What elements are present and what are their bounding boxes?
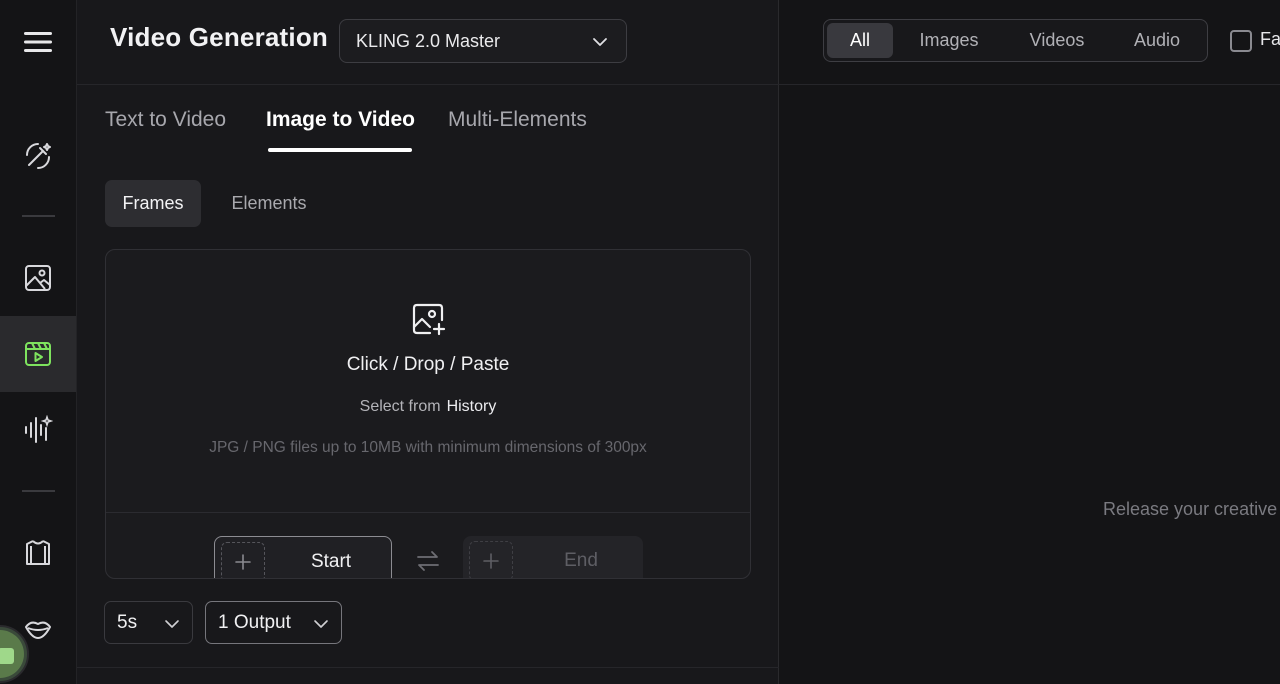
start-frame-slot <box>221 542 265 578</box>
media-filter-group: All Images Videos Audio <box>823 19 1208 62</box>
history-link[interactable]: History <box>447 398 497 415</box>
plus-icon <box>483 553 499 569</box>
tab-image-to-video[interactable]: Image to Video <box>266 108 415 132</box>
avatar[interactable] <box>0 624 30 684</box>
frames-divider <box>106 512 750 513</box>
start-frame-label: Start <box>310 551 352 572</box>
upload-history-row: Select from History <box>106 398 750 416</box>
image-icon <box>25 265 51 291</box>
swap-frames-icon[interactable] <box>416 550 440 572</box>
tab-text-to-video[interactable]: Text to Video <box>105 108 226 132</box>
gallery-header: All Images Videos Audio Fa <box>779 0 1280 85</box>
subtab-frames[interactable]: Frames <box>105 180 201 227</box>
video-icon <box>25 342 51 366</box>
subtab-elements[interactable]: Elements <box>213 180 325 227</box>
end-frame-button[interactable]: End <box>463 536 643 578</box>
filter-audio[interactable]: Audio <box>1114 23 1200 58</box>
select-from-label: Select from <box>359 398 441 415</box>
sidebar-item-virtual-try-on[interactable] <box>0 515 76 591</box>
sidebar-item-ai-tools[interactable] <box>0 118 76 194</box>
start-frame-button[interactable]: Start <box>214 536 392 578</box>
avatar-icon <box>0 625 29 683</box>
page-title: Video Generation <box>110 22 328 52</box>
end-frame-slot <box>469 541 513 578</box>
sidebar-item-audio[interactable] <box>0 392 76 468</box>
menu-button[interactable] <box>18 22 58 62</box>
gallery-empty-text: Release your creative <box>1103 499 1278 519</box>
generation-settings: 5s 1 Output <box>77 584 779 668</box>
sidebar <box>0 0 77 684</box>
filter-images[interactable]: Images <box>902 23 996 58</box>
model-select-value: KLING 2.0 Master <box>356 30 501 51</box>
image-upload-area[interactable]: Click / Drop / Paste Select from History … <box>105 249 751 579</box>
sidebar-item-images[interactable] <box>0 240 76 316</box>
output-count-value: 1 Output <box>218 611 291 633</box>
filter-all[interactable]: All <box>827 23 893 58</box>
active-tab-indicator <box>268 148 412 152</box>
gallery-panel: All Images Videos Audio Fa Release your … <box>779 0 1280 684</box>
sidebar-item-video[interactable] <box>0 316 76 392</box>
app-root: Video Generation KLING 2.0 Master Text t… <box>0 0 1280 684</box>
generation-panel: Video Generation KLING 2.0 Master Text t… <box>77 0 779 684</box>
upload-title: Click / Drop / Paste <box>346 354 510 375</box>
duration-select[interactable]: 5s <box>104 601 193 644</box>
sidebar-divider <box>22 215 55 217</box>
audio-icon <box>25 415 53 443</box>
panel-header: Video Generation KLING 2.0 Master <box>77 0 779 85</box>
hamburger-icon <box>24 32 52 52</box>
end-frame-label: End <box>564 550 598 571</box>
magic-wand-icon <box>26 143 51 169</box>
duration-value: 5s <box>117 611 138 633</box>
add-image-icon <box>412 303 446 336</box>
sidebar-divider <box>22 490 55 492</box>
shirt-icon <box>26 540 50 565</box>
chevron-down-icon <box>593 38 607 46</box>
filter-videos[interactable]: Videos <box>1010 23 1104 58</box>
upload-hint: JPG / PNG files up to 10MB with minimum … <box>209 439 647 456</box>
output-count-select[interactable]: 1 Output <box>205 601 342 644</box>
chevron-down-icon <box>314 620 328 628</box>
plus-icon <box>235 554 251 570</box>
favorites-label: Fa <box>1260 29 1280 49</box>
favorites-checkbox[interactable] <box>1230 30 1252 52</box>
chevron-down-icon <box>165 620 179 628</box>
model-select[interactable]: KLING 2.0 Master <box>339 19 627 63</box>
tab-multi-elements[interactable]: Multi-Elements <box>448 108 587 132</box>
